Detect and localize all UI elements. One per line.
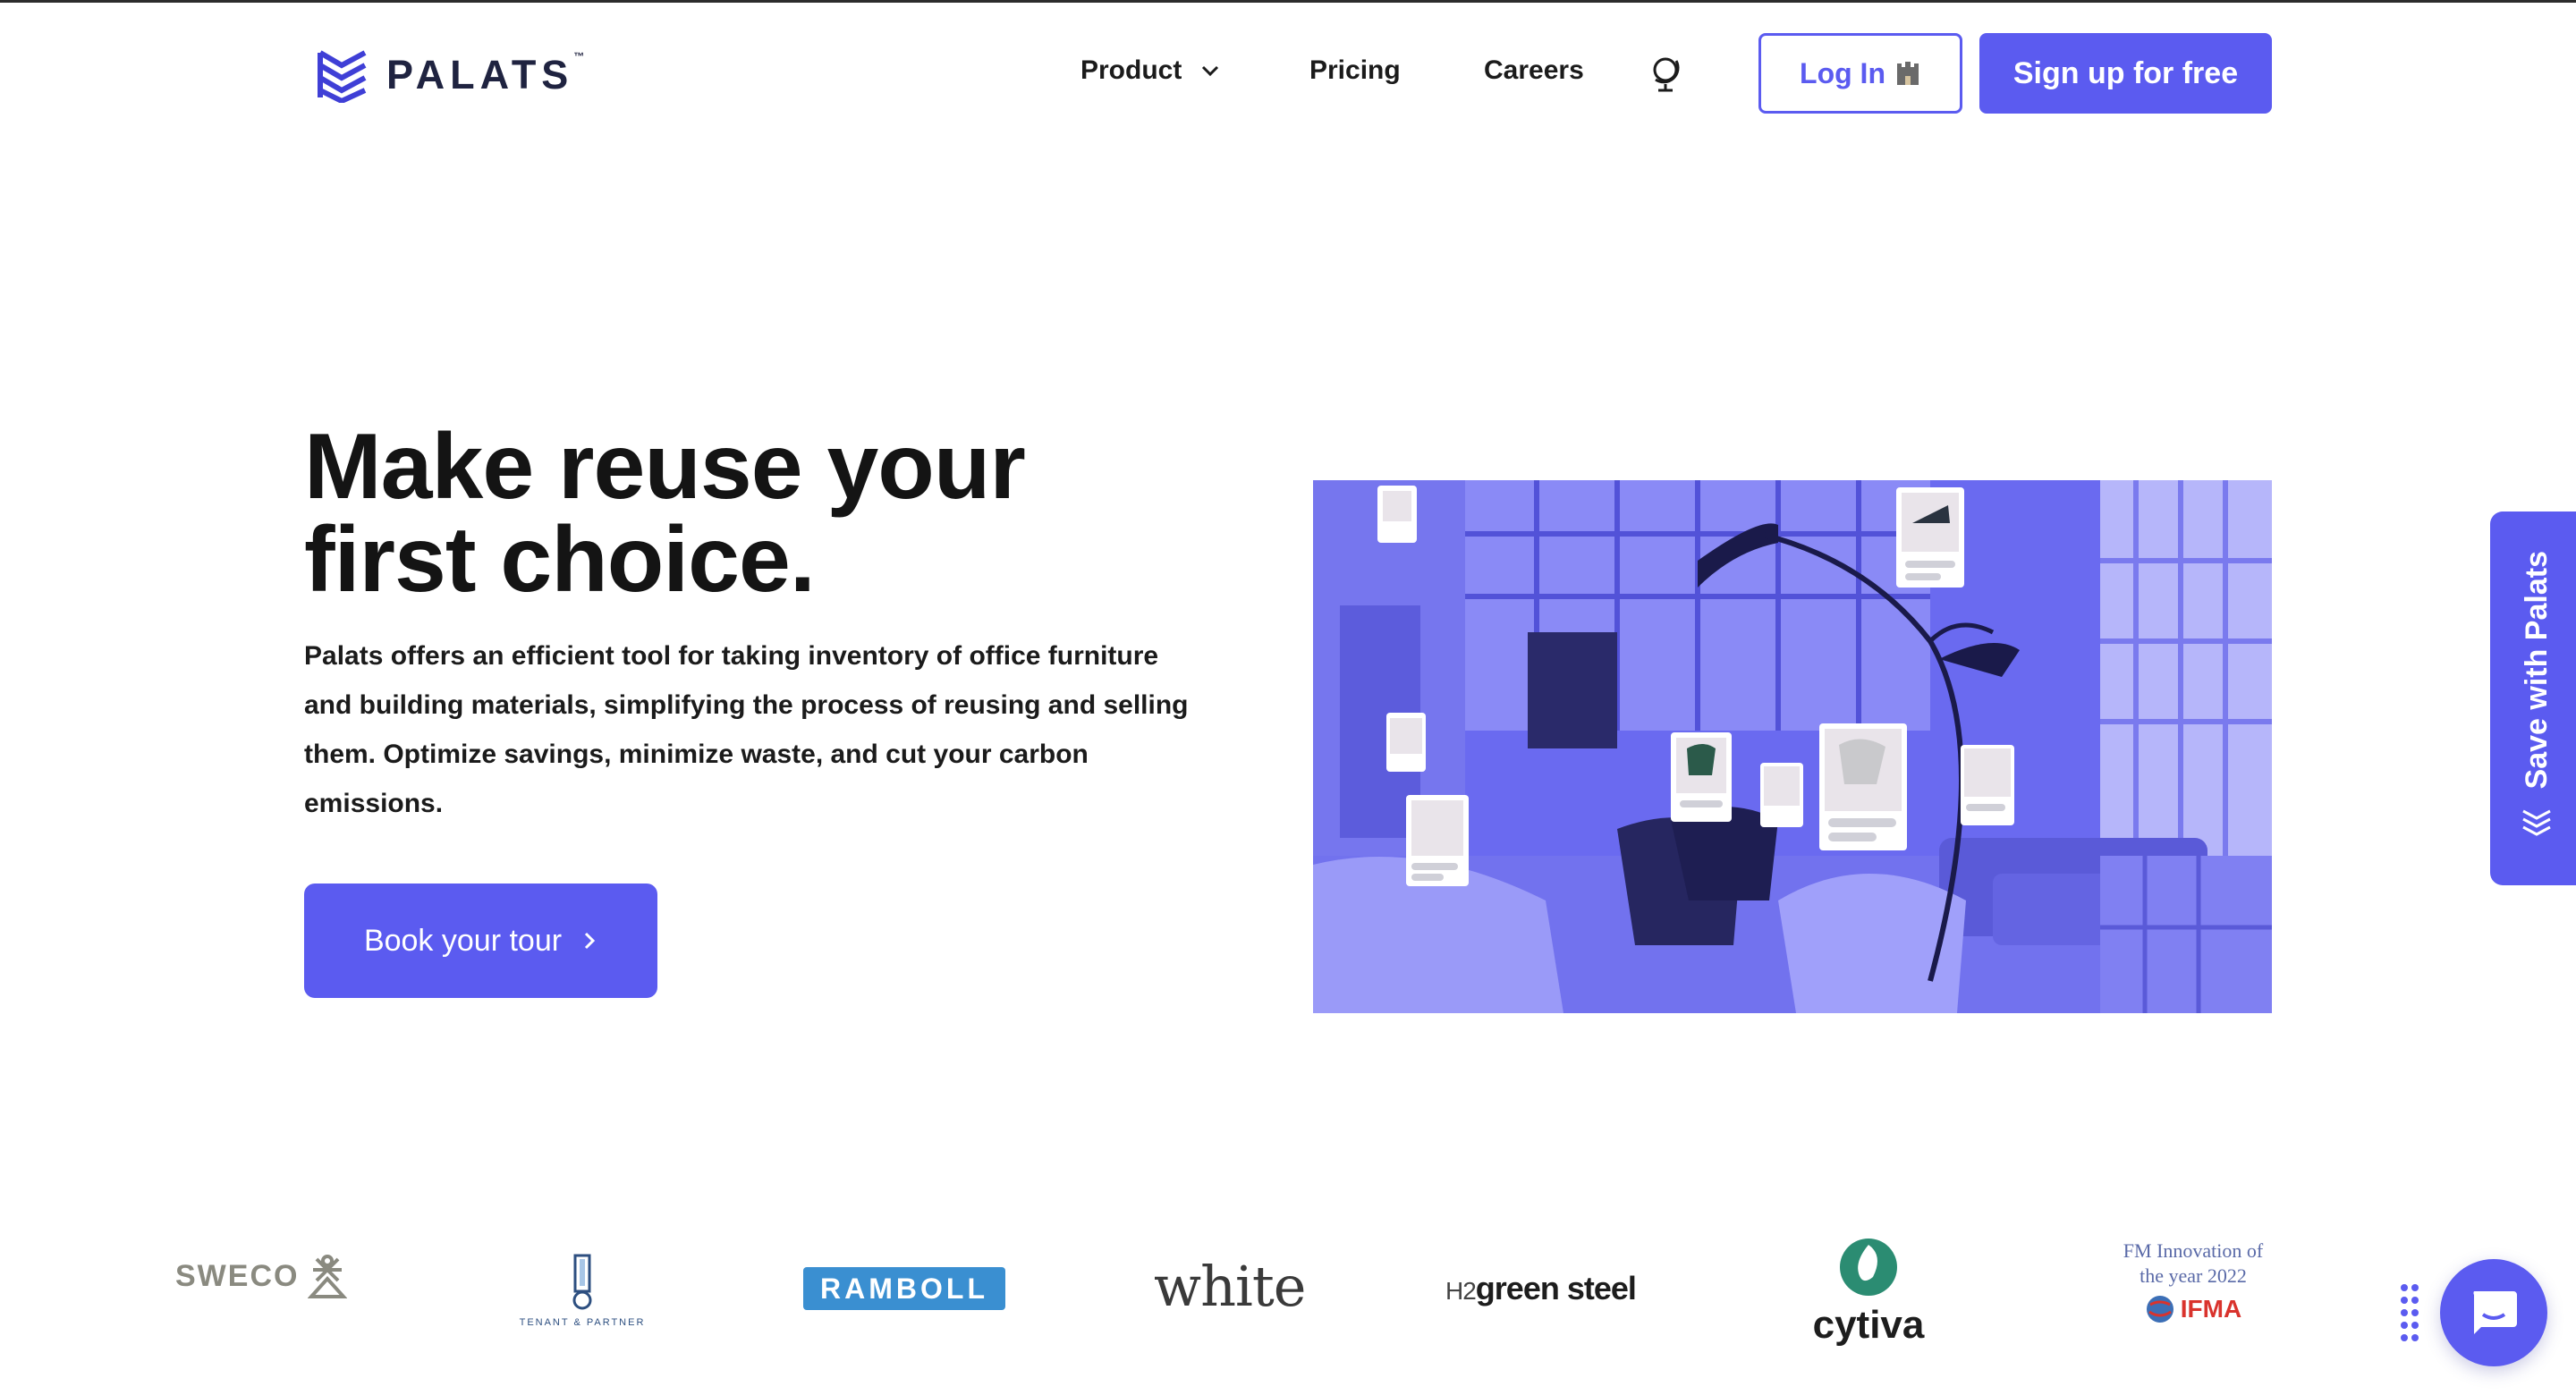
- book-tour-label: Book your tour: [363, 923, 563, 958]
- side-tab-label: Save with Palats: [2519, 551, 2554, 790]
- ramboll-logo: RAMBOLL: [803, 1267, 1005, 1310]
- sweco-logo: SWECO: [175, 1252, 348, 1300]
- chat-bubble-icon: [2473, 1291, 2517, 1334]
- signup-button[interactable]: Sign up for free: [1979, 33, 2272, 114]
- drag-handle-icon[interactable]: [2399, 1282, 2420, 1341]
- book-tour-button[interactable]: Book your tour: [304, 884, 657, 998]
- hero-description: Palats offers an efficient tool for taki…: [304, 641, 1189, 818]
- nav-careers-link[interactable]: Careers: [1484, 55, 1584, 86]
- nav-product-label: Product: [1080, 55, 1182, 85]
- save-with-palats-tab[interactable]: Save with Palats: [2490, 512, 2576, 885]
- ifma-award: FM Innovation of the year 2022 IFMA: [2102, 1239, 2284, 1324]
- globe-icon[interactable]: [1648, 54, 1683, 93]
- chevron-down-icon: [1202, 65, 1219, 77]
- trademark: ™: [573, 50, 585, 63]
- award-line-1: FM Innovation of: [2123, 1239, 2264, 1262]
- login-button[interactable]: Log In: [1758, 33, 1962, 114]
- cytiva-logo: cytiva: [1810, 1238, 1927, 1348]
- login-label: Log In: [1800, 56, 1885, 89]
- award-line-2: the year 2022: [2140, 1264, 2247, 1287]
- sweco-star-icon: [308, 1255, 348, 1298]
- brand-name: PALATS: [386, 52, 574, 97]
- tenant-partner-building-icon: [572, 1254, 592, 1310]
- tenant-partner-logo: TENANT & PARTNER: [508, 1254, 657, 1328]
- hero-office-image: [1313, 480, 2272, 1013]
- nav-pricing-link[interactable]: Pricing: [1309, 55, 1401, 86]
- ifma-globe-icon: [2146, 1296, 2174, 1323]
- palats-mini-logo-icon: [2522, 810, 2551, 837]
- castle-icon: [1896, 62, 1919, 85]
- top-border: [0, 0, 2576, 3]
- white-logo: white: [1154, 1254, 1306, 1319]
- ifma-text: IFMA: [2180, 1295, 2242, 1323]
- nav-product-menu[interactable]: Product: [1080, 55, 1221, 86]
- palats-logo-mark-icon: [318, 50, 367, 103]
- chevron-right-icon: [585, 932, 596, 950]
- cytiva-mark-icon: [1840, 1239, 1897, 1296]
- palats-logo[interactable]: PALATS™: [317, 46, 584, 104]
- hero-title: Make reuse your first choice.: [304, 415, 1026, 612]
- h2-green-steel-logo: H2green steel: [1445, 1270, 1637, 1306]
- chat-launcher-button[interactable]: [2440, 1259, 2547, 1366]
